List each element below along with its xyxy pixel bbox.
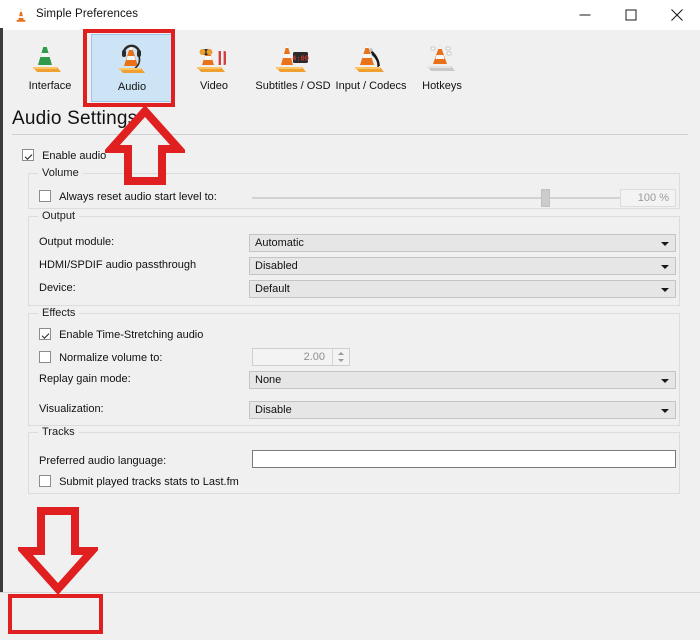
replay-gain-mode-value: None (255, 374, 282, 386)
vlc-hotkeys-icon (401, 36, 483, 80)
minimize-icon[interactable] (562, 0, 608, 30)
device-value: Default (255, 283, 290, 295)
stepper-buttons[interactable] (332, 349, 349, 365)
enable-audio-label: Enable audio (42, 150, 107, 162)
preferred-audio-language-label: Preferred audio language: (39, 455, 167, 467)
effects-group-caption: Effects (38, 307, 80, 319)
toolbar-item-label: Interface (28, 80, 72, 92)
output-group-caption: Output (38, 210, 80, 222)
maximize-icon[interactable] (608, 0, 654, 30)
always-reset-volume-checkbox[interactable]: Always reset audio start level to: (39, 190, 217, 203)
volume-value-box: 100 % (620, 189, 676, 207)
title-divider (12, 134, 688, 135)
close-icon[interactable] (654, 0, 700, 30)
hdmi-spdif-passthrough-label: HDMI/SPDIF audio passthrough (39, 259, 197, 271)
chevron-down-icon (661, 265, 669, 269)
audio-settings-panel: Enable audio Volume Always reset audio s… (12, 140, 688, 497)
visualization-select[interactable]: Disable (249, 401, 676, 419)
arrow-down-icon (338, 359, 344, 362)
normalize-volume-stepper[interactable]: 2.00 (252, 348, 350, 366)
toolbar-item-hotkeys[interactable]: Hotkeys (401, 34, 483, 102)
hdmi-spdif-passthrough-select[interactable]: Disabled (249, 257, 676, 275)
toolbar-item-label: Hotkeys (422, 80, 462, 92)
checkbox-box (39, 328, 51, 340)
checkbox-box (39, 190, 51, 202)
device-label: Device: (39, 282, 76, 294)
output-module-label: Output module: (39, 236, 115, 248)
normalize-volume-checkbox[interactable]: Normalize volume to: (39, 351, 162, 364)
time-stretching-checkbox[interactable]: Enable Time-Stretching audio (39, 328, 203, 341)
device-select[interactable]: Default (249, 280, 676, 298)
vlc-cone-icon (13, 7, 29, 23)
page-title: Audio Settings (12, 108, 138, 129)
chevron-down-icon (661, 409, 669, 413)
simple-preferences-window: Simple Preferences Interface Audio Video… (0, 0, 700, 640)
title-bar: Simple Preferences (3, 0, 700, 30)
replay-gain-mode-select[interactable]: None (249, 371, 676, 389)
vlc-interface-icon (9, 36, 91, 80)
always-reset-volume-label: Always reset audio start level to: (59, 191, 217, 203)
down-arrow-to-show-settings (15, 505, 101, 595)
visualization-label: Visualization: (39, 403, 104, 415)
chevron-down-icon (661, 242, 669, 246)
arrow-up-icon (338, 352, 344, 355)
toolbar-item-interface[interactable]: Interface (9, 34, 91, 102)
toolbar-item-audio[interactable]: Audio (91, 34, 173, 102)
checkbox-box (39, 351, 51, 363)
toolbar-item-label: Audio (117, 81, 147, 93)
output-module-value: Automatic (255, 237, 304, 249)
lastfm-submit-label: Submit played tracks stats to Last.fm (59, 476, 239, 488)
time-stretching-label: Enable Time-Stretching audio (59, 329, 204, 341)
chevron-down-icon (661, 288, 669, 292)
svg-text:4:00: 4:00 (292, 55, 309, 63)
output-module-select[interactable]: Automatic (249, 234, 676, 252)
hdmi-spdif-passthrough-value: Disabled (255, 260, 298, 272)
tracks-group-caption: Tracks (38, 426, 79, 438)
enable-audio-checkbox[interactable]: Enable audio (22, 149, 106, 162)
visualization-value: Disable (255, 404, 292, 416)
volume-value: 100 % (637, 192, 669, 204)
bottom-bar: Show settings Simple All Reset Preferenc… (0, 593, 700, 640)
normalize-volume-value: 2.00 (303, 351, 325, 363)
preferences-toolbar: Interface Audio Video 4:00 Subtitles / O… (3, 30, 700, 106)
lastfm-submit-checkbox[interactable]: Submit played tracks stats to Last.fm (39, 475, 239, 488)
volume-slider-thumb[interactable] (541, 189, 550, 207)
replay-gain-mode-label: Replay gain mode: (39, 373, 131, 385)
checkbox-box (39, 475, 51, 487)
volume-slider-track[interactable] (252, 197, 650, 199)
vlc-audio-icon (92, 37, 172, 81)
checkbox-box (22, 149, 34, 161)
preferred-audio-language-input[interactable] (252, 450, 676, 468)
volume-group-caption: Volume (38, 167, 83, 179)
window-title: Simple Preferences (36, 8, 139, 20)
chevron-down-icon (661, 379, 669, 383)
normalize-volume-label: Normalize volume to: (59, 352, 163, 364)
